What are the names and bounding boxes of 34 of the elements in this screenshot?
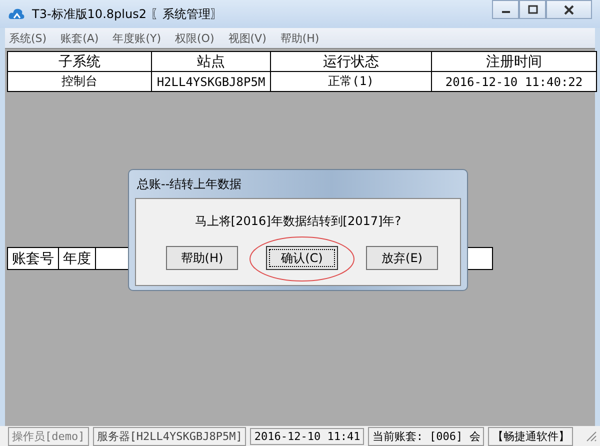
dialog-title: 总账--结转上年数据 [136, 176, 243, 192]
menu-item[interactable]: 系统(S) [9, 30, 47, 46]
status-item: 操作员[demo] [8, 426, 89, 446]
menu-item[interactable]: 账套(A) [60, 30, 99, 46]
column-header: 年度 [59, 248, 96, 269]
status-item: 2016-12-10 11:41 [250, 428, 364, 444]
dialog-button[interactable]: 放弃(E) [366, 246, 438, 270]
cloud-app-icon [8, 6, 26, 22]
maximize-icon [528, 5, 538, 14]
column-header: 子系统 [8, 52, 152, 72]
column-header: 站点 [152, 52, 270, 72]
window-title: T3-标准版10.8plus2 〖系统管理〗 [32, 6, 222, 22]
dialog-button[interactable]: 确认(C) [266, 246, 338, 270]
table-cell: 2016-12-10 11:40:22 [432, 72, 596, 92]
column-header: 注册时间 [432, 52, 596, 72]
status-item: 当前账套: [006] 会 [368, 426, 484, 446]
menu-item[interactable]: 视图(V) [228, 30, 266, 46]
close-icon [563, 4, 575, 14]
menu-item[interactable]: 帮助(H) [280, 30, 320, 46]
table-cell: 正常(1) [270, 72, 432, 92]
status-item: 服务器[H2LL4YSKGBJ8P5M] [92, 426, 246, 446]
menu-item[interactable]: 权限(O) [175, 30, 214, 46]
maximize-button[interactable] [519, 0, 546, 19]
minimize-button[interactable] [492, 0, 519, 19]
column-header: 运行状态 [270, 52, 432, 72]
dialog-message: 马上将[2016]年数据结转到[2017]年? [194, 213, 402, 230]
dialog-button[interactable]: 帮助(H) [166, 246, 238, 270]
menu-item[interactable]: 年度账(Y) [112, 30, 161, 46]
column-header: 账套号 [8, 248, 59, 269]
resize-grip-icon [585, 430, 597, 442]
status-item: 【畅捷通软件】 [488, 426, 574, 446]
table-cell: H2LL4YSKGBJ8P5M [152, 72, 270, 92]
close-button[interactable] [546, 0, 592, 19]
table-cell: 控制台 [8, 72, 152, 92]
